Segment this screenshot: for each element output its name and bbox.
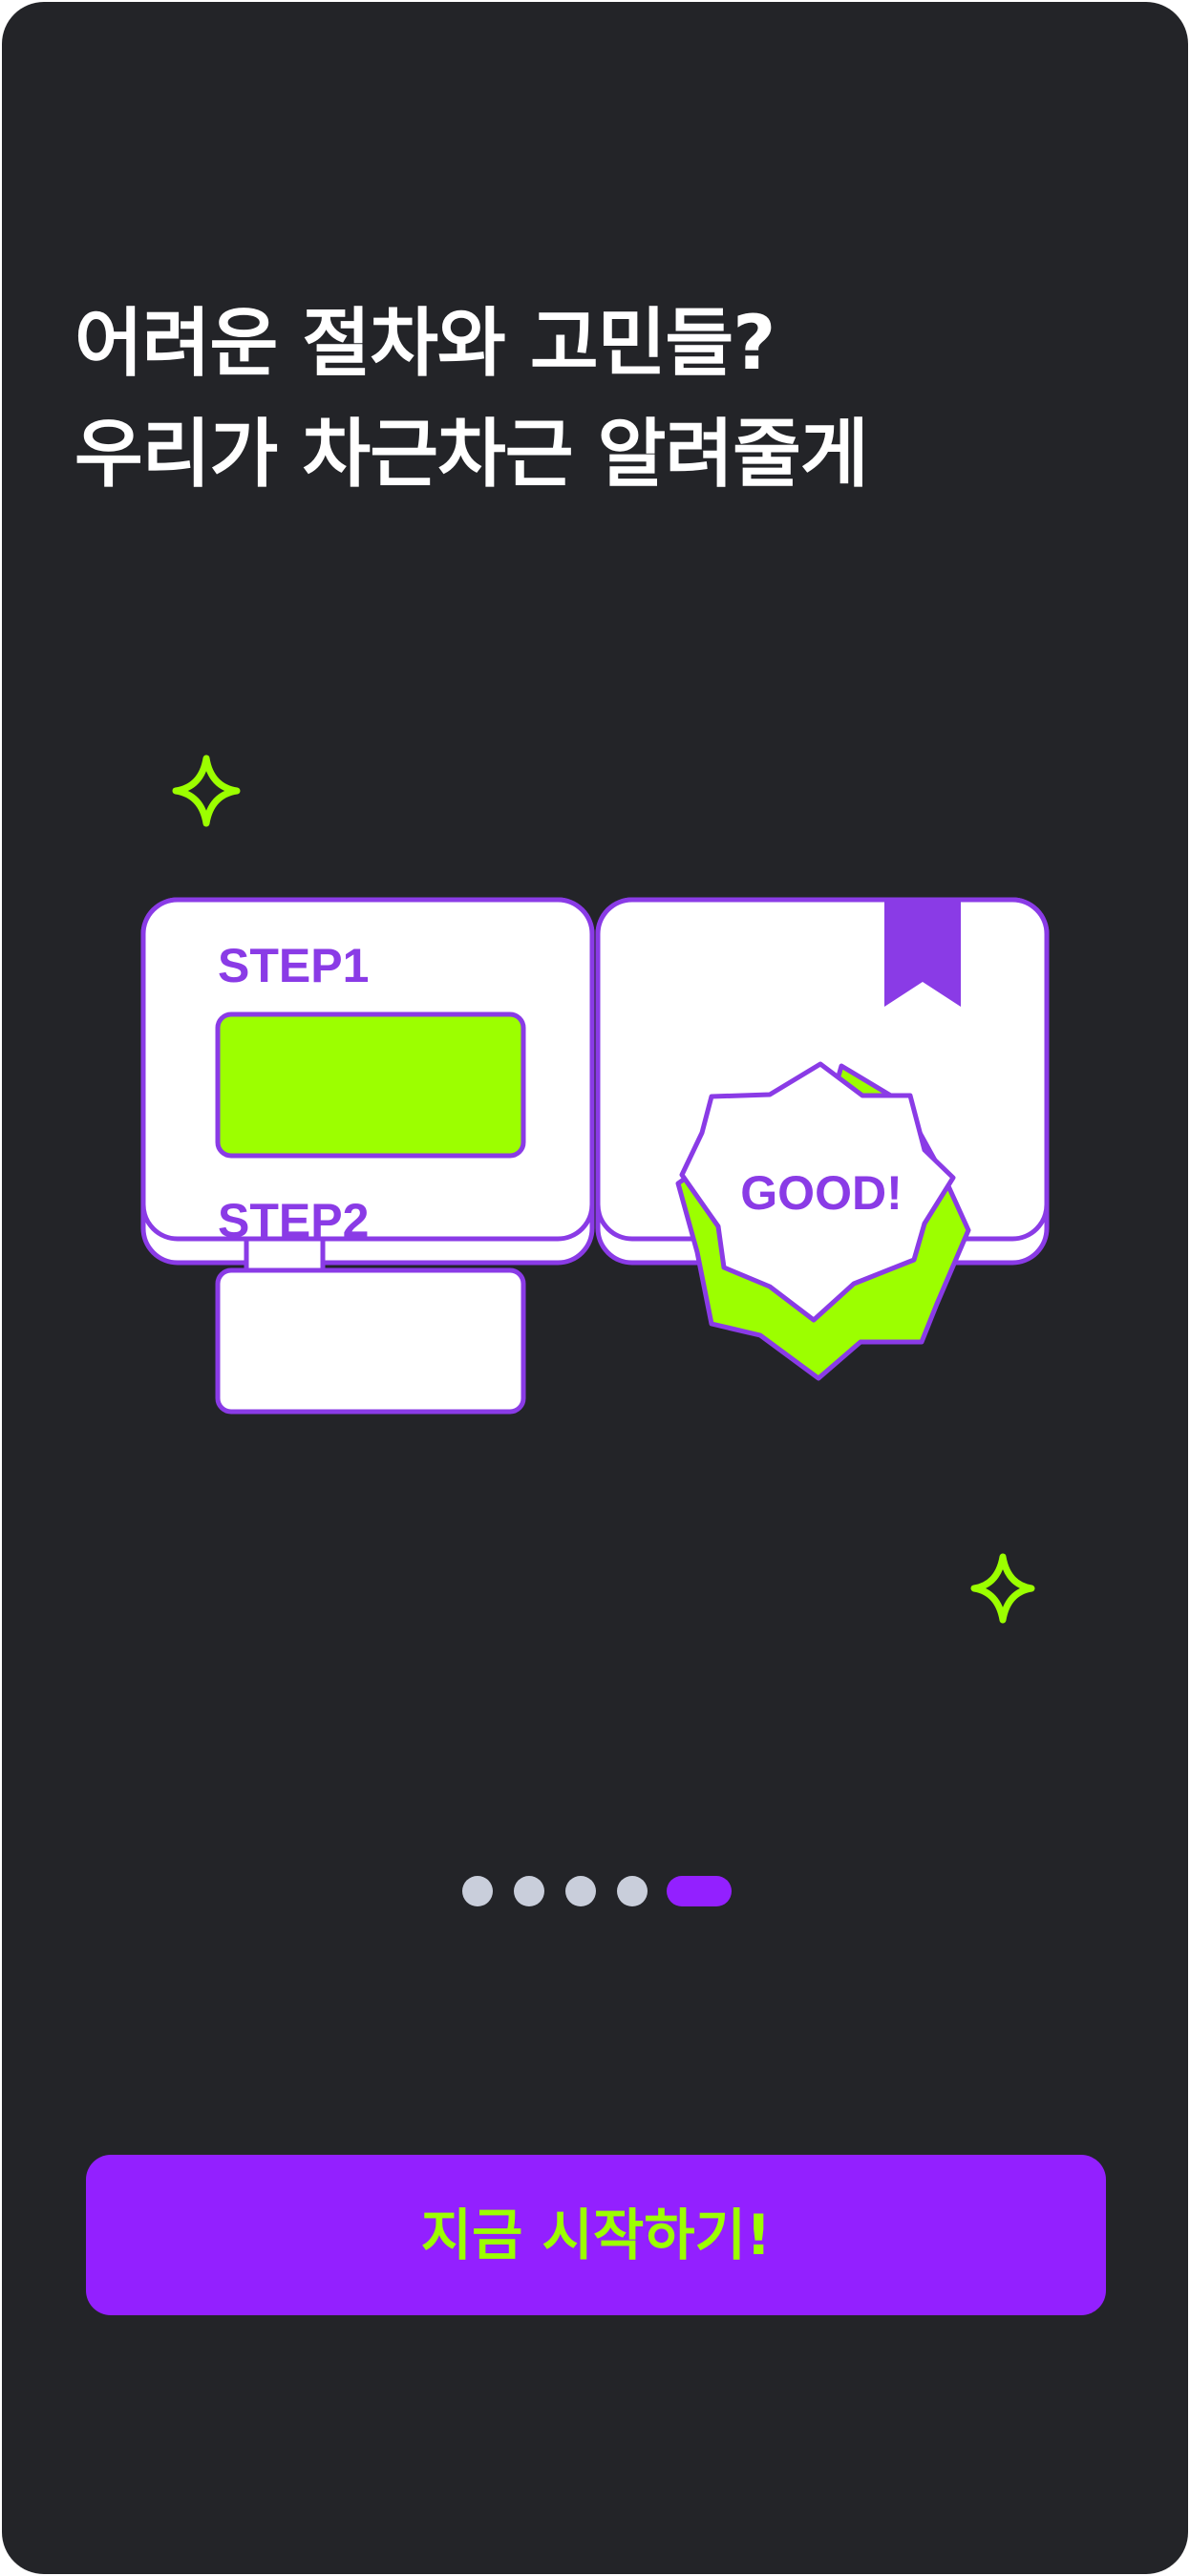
headline-line-2: 우리가 차근차근 알려줄게 xyxy=(74,412,869,498)
pagination-dot[interactable] xyxy=(462,1876,493,1906)
pagination-dot[interactable] xyxy=(514,1876,544,1906)
pagination-dot-active[interactable] xyxy=(667,1876,732,1906)
pagination-dot[interactable] xyxy=(565,1876,596,1906)
headline-line-1: 어려운 절차와 고민들? xyxy=(74,301,776,387)
start-now-button[interactable]: 지금 시작하기! xyxy=(86,2155,1106,2315)
pagination-dot[interactable] xyxy=(617,1876,648,1906)
onboarding-screen: 어려운 절차와 고민들? 우리가 차근차근 알려줄게 STEP1 STEP2 G… xyxy=(2,2,1188,2574)
sparkle-icon xyxy=(172,755,241,827)
headline: 어려운 절차와 고민들? 우리가 차근차근 알려줄게 xyxy=(74,288,1125,510)
sparkle-icon xyxy=(970,1553,1035,1624)
step2-box xyxy=(215,1267,526,1415)
pagination-dots xyxy=(2,1876,1188,1908)
step1-box xyxy=(215,1011,526,1159)
step1-label: STEP1 xyxy=(218,939,369,992)
step2-label: STEP2 xyxy=(218,1194,369,1247)
badge-text: GOOD! xyxy=(740,1166,902,1220)
open-book-illustration: STEP1 STEP2 GOOD! xyxy=(140,755,1050,1624)
